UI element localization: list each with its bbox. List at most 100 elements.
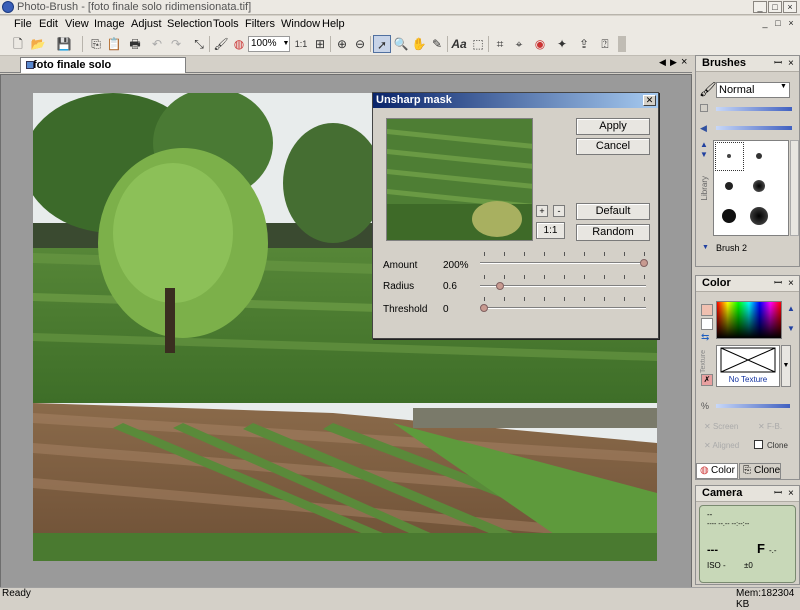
doc-restore-button[interactable]: □ (771, 18, 785, 30)
menu-edit[interactable]: Edit (35, 17, 62, 31)
perspective-icon[interactable]: ⌖ (510, 35, 528, 53)
crop-icon[interactable]: ⌗ (491, 35, 509, 53)
apply-button[interactable]: Apply (576, 118, 650, 135)
menu-filters[interactable]: Filters (241, 17, 279, 31)
tab-scroll-right-icon[interactable]: ▶ (670, 57, 677, 68)
tab-scroll-left-icon[interactable]: ◀ (659, 57, 666, 68)
pin-icon[interactable]: ꟷ (774, 276, 782, 291)
slider-thumb[interactable] (496, 282, 504, 290)
dialog-title[interactable]: Unsharp mask (373, 93, 658, 108)
stamp-icon[interactable]: ✦ (553, 35, 571, 53)
clone-label: Clone (767, 441, 788, 450)
preview-zoom-out-button[interactable]: - (553, 205, 565, 217)
brush-scrollbar[interactable] (790, 140, 799, 236)
copy-icon[interactable]: ⎘ (87, 35, 105, 53)
print-icon[interactable]: 🖶 (126, 35, 144, 53)
magnifier-icon[interactable]: 🔍 (392, 35, 410, 53)
brush-library-grid[interactable] (713, 140, 789, 236)
save-icon[interactable]: 💾 (55, 35, 73, 53)
fb-option[interactable]: ✕ F-B. (758, 422, 782, 431)
doc-minimize-button[interactable]: _ (758, 18, 772, 30)
default-button[interactable]: Default (576, 203, 650, 220)
slider-track (480, 262, 646, 264)
menu-file[interactable]: File (10, 17, 36, 31)
doc-close-button[interactable]: × (784, 18, 798, 30)
brush-nav-up-icon[interactable]: ▲ (700, 140, 708, 149)
brush-expand-icon[interactable]: ▼ (702, 244, 709, 251)
close-button[interactable]: × (783, 1, 797, 13)
tab-clone[interactable]: ⎘ Clone (739, 463, 781, 479)
texture-dropdown[interactable]: ▼ (781, 345, 791, 387)
texture-preview[interactable]: No Texture (716, 345, 780, 387)
pointer-icon[interactable]: ➚ (373, 35, 391, 53)
color-wheel-icon[interactable]: ◍ (230, 35, 248, 53)
zoom-in-icon[interactable]: ⊕ (333, 35, 351, 53)
transform-icon[interactable]: ⤡ (190, 35, 208, 53)
amount-slider[interactable] (480, 251, 648, 267)
background-color-swatch[interactable] (701, 318, 713, 330)
spectrum-down-icon[interactable]: ▼ (787, 324, 795, 333)
menu-tools[interactable]: Tools (209, 17, 243, 31)
upload-icon[interactable]: ⇪ (575, 35, 593, 53)
chevron-down-icon[interactable]: ▼ (282, 37, 290, 51)
aligned-label: Aligned (712, 441, 740, 450)
size-slider[interactable] (716, 107, 792, 111)
slider-tick (584, 297, 585, 301)
text-icon[interactable]: Aa (450, 35, 468, 53)
texture-opacity-slider[interactable] (716, 404, 790, 408)
pin-icon[interactable]: ꟷ (774, 486, 782, 501)
red-eye-icon[interactable]: ◉ (531, 35, 549, 53)
slider-thumb[interactable] (480, 304, 488, 312)
panel-close-icon[interactable]: × (788, 486, 794, 501)
marquee-icon[interactable]: ⬚ (469, 35, 487, 53)
redo-icon[interactable]: ↷ (167, 35, 185, 53)
preview-zoom-in-button[interactable]: + (536, 205, 548, 217)
blend-mode-select[interactable]: Normal (716, 82, 790, 98)
eyedropper-icon[interactable]: ✎ (428, 35, 446, 53)
hand-icon[interactable]: ✋ (410, 35, 428, 53)
aligned-option[interactable]: ✕ Aligned (704, 441, 739, 450)
fit-window-icon[interactable]: ⊞ (311, 35, 329, 53)
menu-help[interactable]: Help (318, 17, 349, 31)
minimize-button[interactable]: _ (753, 1, 767, 13)
document-tab[interactable]: foto finale solo ridimensionata.tif (20, 57, 186, 85)
toolbar-overflow[interactable] (618, 36, 626, 52)
chevron-down-icon[interactable]: ▼ (780, 83, 787, 90)
paste-icon[interactable]: 📋 (105, 35, 123, 53)
tab-color[interactable]: ◍ Color (696, 463, 738, 479)
actual-size-button[interactable]: 1:1 (292, 35, 310, 53)
open-icon[interactable]: 📂 (29, 35, 47, 53)
radius-slider[interactable] (480, 274, 648, 290)
spectrum-up-icon[interactable]: ▲ (787, 304, 795, 313)
camera-shutter: --- (707, 544, 718, 556)
menu-adjust[interactable]: Adjust (127, 17, 166, 31)
panel-close-icon[interactable]: × (788, 56, 794, 71)
brush-icon[interactable]: 🖌 (212, 35, 230, 53)
opacity-slider[interactable] (716, 126, 792, 130)
color-spectrum-picker[interactable] (716, 301, 782, 339)
texture-remove-icon[interactable]: ✗ (701, 374, 713, 386)
random-button[interactable]: Random (576, 224, 650, 241)
filter-preview[interactable] (386, 118, 533, 241)
filter-icon[interactable]: ⍰ (596, 35, 614, 53)
maximize-button[interactable]: □ (768, 1, 782, 13)
pin-icon[interactable]: ꟷ (774, 56, 782, 71)
clone-checkbox[interactable] (754, 440, 763, 449)
menu-view[interactable]: View (61, 17, 93, 31)
threshold-slider[interactable] (480, 296, 648, 312)
screen-option[interactable]: ✕ Screen (704, 422, 738, 431)
cancel-button[interactable]: Cancel (576, 138, 650, 155)
slider-thumb[interactable] (640, 259, 648, 267)
preview-actual-size-button[interactable]: 1:1 (536, 222, 565, 239)
panel-close-icon[interactable]: × (788, 276, 794, 291)
close-icon[interactable]: ✕ (643, 95, 656, 106)
menu-image[interactable]: Image (90, 17, 129, 31)
undo-icon[interactable]: ↶ (148, 35, 166, 53)
foreground-color-swatch[interactable] (701, 304, 713, 316)
brush-nav-down-icon[interactable]: ▼ (700, 150, 708, 159)
app-icon[interactable] (2, 1, 14, 13)
zoom-out-icon[interactable]: ⊖ (351, 35, 369, 53)
new-icon[interactable]: 🗋 (9, 35, 27, 53)
tab-close-icon[interactable]: × (681, 56, 687, 68)
swap-colors-icon[interactable]: ⇆ (701, 332, 709, 343)
